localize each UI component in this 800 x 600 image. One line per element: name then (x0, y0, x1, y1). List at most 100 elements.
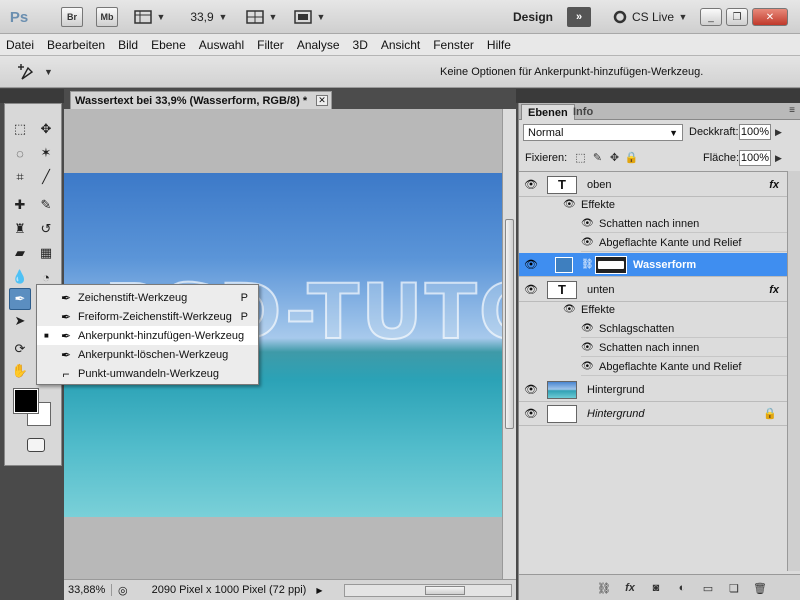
chevron-down-icon[interactable]: ▼ (156, 7, 166, 27)
trash-icon[interactable]: 🗑 (753, 581, 767, 595)
menu-filter[interactable]: Filter (257, 38, 284, 52)
eye-icon[interactable]: 👁 (581, 342, 594, 353)
effects-group[interactable]: 👁 Effekte (519, 195, 787, 214)
panel-menu-icon[interactable]: ≡ (789, 105, 795, 116)
tools-panel-header[interactable] (0, 89, 64, 103)
new-group-icon[interactable]: ▭ (701, 581, 715, 595)
move-tool-icon[interactable]: ✥ (35, 118, 57, 140)
lasso-tool-icon[interactable]: ◌ (9, 142, 31, 164)
bridge-button[interactable]: Br (61, 7, 83, 27)
opacity-input[interactable]: 100% (739, 124, 771, 140)
lock-position-icon[interactable]: ✥ (608, 151, 621, 164)
workspace-label[interactable]: Design (513, 7, 553, 27)
restore-button[interactable]: ❐ (726, 8, 748, 26)
panel-dock-header[interactable] (516, 89, 800, 103)
effects-group[interactable]: 👁 Effekte (519, 300, 787, 319)
menu-3d[interactable]: 3D (353, 38, 368, 52)
marquee-tool-icon[interactable]: ⬚ (9, 118, 31, 140)
lock-pixels-icon[interactable]: ✎ (591, 151, 604, 164)
3d-rotate-icon[interactable]: ⟳ (9, 338, 31, 360)
flyout-item-add-anchor[interactable]: ■ ✒ Ankerpunkt-hinzufügen-Werkzeug (37, 326, 258, 345)
flyout-item-convert-point[interactable]: ⌐ Punkt-umwandeln-Werkzeug (37, 364, 258, 383)
path-selection-icon[interactable]: ➤ (9, 310, 31, 332)
flyout-item-pen[interactable]: ✒ Zeichenstift-Werkzeug P (37, 288, 258, 307)
lock-all-icon[interactable]: 🔒 (625, 151, 639, 164)
menu-fenster[interactable]: Fenster (433, 38, 474, 52)
minimize-button[interactable]: _ (700, 8, 722, 26)
quick-mask-icon[interactable] (27, 438, 45, 452)
hand-tool-icon[interactable]: ✋ (9, 360, 31, 382)
eye-icon[interactable]: 👁 (523, 258, 539, 272)
opacity-slider-arrow[interactable]: ▶ (775, 127, 782, 138)
chevron-down-icon[interactable]: ▼ (268, 7, 278, 27)
close-icon[interactable]: ✕ (316, 95, 328, 106)
chevron-down-icon[interactable]: ▼ (44, 67, 53, 77)
vector-mask-thumb[interactable] (595, 256, 627, 274)
pen-tool-icon[interactable]: ✒ (9, 288, 31, 310)
chevron-down-icon[interactable]: ▼ (316, 7, 326, 27)
foreground-color-swatch[interactable] (13, 388, 39, 414)
status-zoom[interactable]: 33,88% (64, 584, 112, 596)
eye-icon[interactable]: 👁 (523, 383, 539, 397)
link-layers-icon[interactable]: ⛓ (597, 581, 611, 595)
zoom-level[interactable]: 33,9 (188, 7, 216, 27)
healing-brush-icon[interactable]: ✚ (9, 194, 31, 216)
fill-input[interactable]: 100% (739, 150, 771, 166)
menu-bild[interactable]: Bild (118, 38, 138, 52)
eye-icon[interactable]: 👁 (581, 237, 594, 248)
eye-icon[interactable]: 👁 (563, 199, 576, 210)
mini-bridge-button[interactable]: Mb (96, 7, 118, 27)
arrange-documents-icon[interactable] (244, 7, 266, 27)
history-brush-icon[interactable]: ↺ (35, 218, 57, 240)
eyedropper-icon[interactable]: ╱ (35, 166, 57, 188)
status-menu-arrow[interactable]: ▶ (316, 586, 322, 595)
layer-hintergrund-copy[interactable]: 👁 Hintergrund (519, 378, 787, 402)
eye-icon[interactable]: 👁 (581, 323, 594, 334)
layer-hintergrund[interactable]: 👁 Hintergrund 🔒 (519, 402, 787, 426)
layer-oben[interactable]: 👁 T oben fx (519, 173, 787, 197)
fx-icon[interactable]: fx (769, 179, 779, 191)
menu-hilfe[interactable]: Hilfe (487, 38, 511, 52)
vertical-scrollbar[interactable] (502, 109, 516, 579)
layer-wasserform[interactable]: 👁 ⛓ Wasserform (519, 253, 787, 277)
add-mask-icon[interactable]: ◙ (649, 581, 663, 595)
flyout-item-freeform-pen[interactable]: ✒ Freiform-Zeichenstift-Werkzeug P (37, 307, 258, 326)
tab-info[interactable]: Info (567, 104, 599, 120)
document-tab[interactable]: Wassertext bei 33,9% (Wasserform, RGB/8)… (70, 91, 332, 109)
layers-scrollbar[interactable] (787, 171, 800, 571)
brush-tool-icon[interactable]: ✎ (35, 194, 57, 216)
eye-icon[interactable]: 👁 (523, 178, 539, 192)
cs-live-button[interactable]: CS Live (632, 7, 674, 27)
menu-analyse[interactable]: Analyse (297, 38, 340, 52)
horizontal-scroll-thumb[interactable] (425, 586, 465, 595)
fill-color-thumb[interactable] (555, 257, 573, 273)
eye-icon[interactable]: 👁 (523, 283, 539, 297)
layer-unten[interactable]: 👁 T unten fx (519, 278, 787, 302)
close-button[interactable]: ✕ (752, 8, 788, 26)
workspace-more-button[interactable]: » (567, 7, 591, 27)
menu-ansicht[interactable]: Ansicht (381, 38, 420, 52)
magic-wand-icon[interactable]: ✶ (35, 142, 57, 164)
eye-icon[interactable]: 👁 (581, 218, 594, 229)
chevron-down-icon[interactable]: ▼ (678, 7, 688, 27)
tool-preset-picker[interactable]: ▼ (16, 62, 56, 82)
effect-row[interactable]: 👁 Schlagschatten (519, 319, 787, 338)
menu-datei[interactable]: Datei (6, 38, 34, 52)
fx-icon[interactable]: fx (769, 284, 779, 296)
gradient-tool-icon[interactable]: ▦ (35, 242, 57, 264)
effect-row[interactable]: 👁 Schatten nach innen (519, 214, 787, 233)
view-extras-icon[interactable] (132, 7, 154, 27)
vertical-scroll-thumb[interactable] (505, 219, 514, 429)
fill-slider-arrow[interactable]: ▶ (775, 153, 782, 164)
crop-tool-icon[interactable]: ⌗ (9, 166, 31, 188)
status-icon[interactable]: ◎ (118, 584, 128, 597)
blur-tool-icon[interactable]: 💧 (9, 266, 31, 288)
flyout-item-delete-anchor[interactable]: ✒ Ankerpunkt-löschen-Werkzeug (37, 345, 258, 364)
effect-row[interactable]: 👁 Schatten nach innen (519, 338, 787, 357)
menu-bearbeiten[interactable]: Bearbeiten (47, 38, 105, 52)
menu-ebene[interactable]: Ebene (151, 38, 186, 52)
chevron-down-icon[interactable]: ▼ (218, 7, 228, 27)
effect-row[interactable]: 👁 Abgeflachte Kante und Relief (519, 357, 787, 376)
eraser-icon[interactable]: ▰ (9, 242, 31, 264)
stamp-tool-icon[interactable]: ♜ (9, 218, 31, 240)
